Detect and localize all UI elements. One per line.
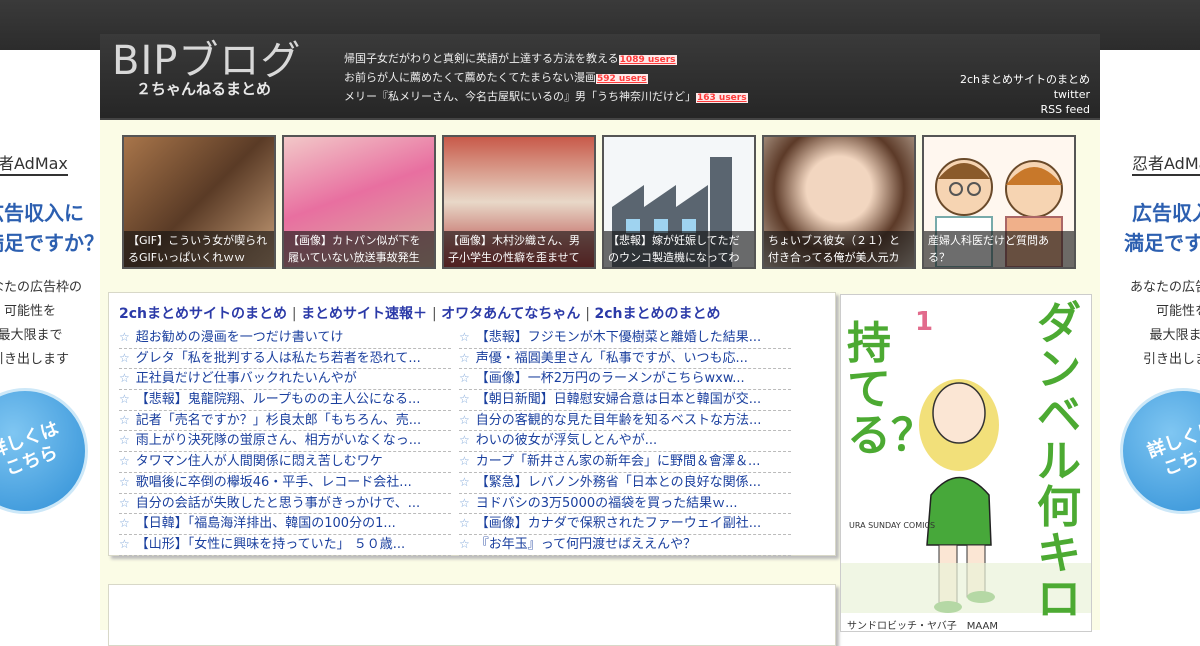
news-item[interactable]: お前らが人に薦めたくて薦めたくてたまらない漫画592 users	[344, 69, 804, 88]
star-icon: ☆	[459, 412, 470, 427]
rss-link[interactable]: ☆ 歌唱後に卒倒の欅坂46・平手、レコード会社...	[119, 473, 451, 494]
star-icon: ☆	[459, 392, 470, 407]
star-icon: ☆	[119, 350, 130, 365]
star-icon: ☆	[459, 371, 470, 386]
star-icon: ☆	[119, 536, 130, 551]
rss-link[interactable]: ☆ 雨上がり決死隊の蛍原さん、相方がいなくなっ...	[119, 431, 451, 453]
star-icon: ☆	[119, 454, 130, 469]
manga-volume: 1	[915, 307, 934, 337]
thumbnail-card[interactable]: 【悲報】嫁が妊娠してただのウンコ製造機になってわ	[602, 135, 756, 269]
ad-right[interactable]: 忍者AdMax 広告収入に満足ですか？ あなたの広告枠の可能性を 最大限まで引き…	[1100, 50, 1200, 630]
ad-body: あなたの広告枠の可能性を 最大限まで引き出します	[0, 280, 83, 367]
site-header: BIPブログ ２ちゃんねるまとめ 帰国子女だがわりと真剣に英語が上達する方法を教…	[100, 34, 1100, 118]
rss-link[interactable]: ☆ 【山形】「女性に興味を持っていた」 ５０歳...	[119, 535, 451, 556]
star-icon: ☆	[459, 433, 470, 448]
ad-logo: 忍者AdMax	[0, 150, 68, 176]
star-icon: ☆	[459, 495, 470, 510]
ad-left[interactable]: 忍者AdMax 広告収入に満足ですか？ あなたの広告枠の可能性を 最大限まで引き…	[0, 50, 100, 630]
rss-link[interactable]: ☆ グレタ「私を批判する人は私たち若者を恐れて...	[119, 349, 451, 370]
link-2ch-matome[interactable]: 2chまとめサイトのまとめ	[960, 72, 1090, 87]
thumbnail-caption: 【GIF】こういう女が喫られるGIFいっぱいくれｗｗ	[124, 231, 274, 267]
thumbnail-caption: ちょいブス彼女（２１）と付き合ってる俺が美人元カ	[764, 231, 914, 267]
ad-body: あなたの広告枠の可能性を 最大限まで引き出します	[1130, 280, 1200, 367]
rss-link[interactable]: ☆ カープ「新井さん家の新年会」に野間＆會澤＆...	[459, 452, 791, 473]
rss-link[interactable]: ☆ 声優・福圓美里さん「私事ですが、いつも応...	[459, 349, 791, 370]
star-icon: ☆	[459, 350, 470, 365]
content-box	[108, 584, 836, 646]
ad-headline: 広告収入に満足ですか？	[0, 201, 100, 255]
star-icon: ☆	[459, 330, 470, 344]
rss-link[interactable]: ☆ 自分の客観的な見た目年齢を知るベストな方法...	[459, 411, 791, 432]
star-icon: ☆	[119, 412, 130, 427]
star-icon: ☆	[459, 454, 470, 469]
ad-cta-button[interactable]: 詳しくは こちら	[1120, 388, 1200, 514]
rss-column-right: ☆ 【悲報】フジモンが木下優樹菜と離婚した結果... ☆ 声優・福圓美里さん「私事で…	[459, 328, 791, 556]
thumbnail-card[interactable]: 【画像】木村沙織さん、男子小学生の性癖を歪ませて	[442, 135, 596, 269]
manga-title-left: 持てる？	[847, 318, 935, 461]
manga-title-right: ダンベル何キロ	[1037, 298, 1081, 625]
thumbnail-card[interactable]: ちょいブス彼女（２１）と付き合ってる俺が美人元カ	[762, 135, 916, 269]
ad-logo: 忍者AdMax	[1132, 150, 1200, 176]
manga-imprint: URA SUNDAY COMICS	[849, 521, 936, 530]
rss-tab[interactable]: オワタあんてなちゃん	[441, 306, 580, 322]
thumbnail-card[interactable]: 【GIF】こういう女が喫られるGIFいっぱいくれｗｗ	[122, 135, 276, 269]
rss-tab[interactable]: 2chまとめサイトのまとめ	[119, 306, 287, 322]
ad-headline: 広告収入に満足ですか？	[1124, 201, 1200, 255]
rss-link[interactable]: ☆ 記者「売名ですか？」杉良太郎「もちろん、売...	[119, 411, 451, 432]
featured-thumbnails: 【GIF】こういう女が喫られるGIFいっぱいくれｗｗ 【画像】カトパン似が下を履…	[122, 135, 1082, 271]
star-icon: ☆	[119, 474, 130, 489]
link-twitter[interactable]: twitter	[960, 87, 1090, 102]
hot-news-list: 帰国子女だがわりと真剣に英語が上達する方法を教える1089 users お前らが…	[344, 50, 804, 107]
star-icon: ☆	[119, 392, 130, 407]
rss-link[interactable]: ☆ 【朝日新聞】日韓慰安婦合意は日本と韓国が交...	[459, 390, 791, 411]
users-badge: 163 users	[696, 93, 748, 103]
thumbnail-card[interactable]: 産婦人科医だけど質問ある？	[922, 135, 1076, 269]
star-icon: ☆	[119, 330, 130, 344]
rss-link[interactable]: ☆ 『お年玉』って何円渡せばええんや？	[459, 535, 791, 556]
rss-link[interactable]: ☆ 超お勧めの漫画を一つだけ書いてけ	[119, 328, 451, 349]
link-rss-feed[interactable]: RSS feed	[960, 102, 1091, 117]
star-icon: ☆	[119, 516, 130, 531]
rss-link[interactable]: ☆ わいの彼女が浮気しとんやが...	[459, 431, 791, 453]
rss-link[interactable]: ☆ ヨドバシの3万5000の福袋を買った結果ｗ...	[459, 494, 791, 515]
rss-link[interactable]: ☆ 【画像】一杯2万円のラーメンがこちらwxw...	[459, 369, 791, 391]
rss-link[interactable]: ☆ 【画像】カナダで保釈されたファーウェイ副社...	[459, 514, 791, 535]
header-links: 2chまとめサイトのまとめ twitter RSS feed	[960, 72, 1090, 117]
news-item[interactable]: 帰国子女だがわりと真剣に英語が上達する方法を教える1089 users	[344, 50, 804, 69]
thumbnail-caption: 【画像】木村沙織さん、男子小学生の性癖を歪ませて	[444, 231, 594, 267]
star-icon: ☆	[459, 474, 470, 489]
star-icon: ☆	[459, 516, 470, 531]
thumbnail-card[interactable]: 【画像】カトパン似が下を履いていない放送事故発生	[282, 135, 436, 269]
rss-link[interactable]: ☆ 【悲報】鬼龍院翔、ループものの主人公になる...	[119, 390, 451, 411]
star-icon: ☆	[459, 536, 470, 551]
thumbnail-caption: 【画像】カトパン似が下を履いていない放送事故発生	[284, 231, 434, 267]
site-subtitle: ２ちゃんねるまとめ	[136, 80, 272, 98]
rss-link[interactable]: ☆ 【日韓】「福島海洋排出、韓国の100分の1...	[119, 514, 451, 535]
rss-column-left: ☆ 超お勧めの漫画を一つだけ書いてけ ☆ グレタ「私を批判する人は私たち若者を恐れて…	[119, 328, 451, 556]
thumbnail-caption: 産婦人科医だけど質問ある？	[924, 231, 1074, 267]
users-badge: 592 users	[596, 74, 648, 84]
header-divider	[100, 118, 1100, 120]
rss-link[interactable]: ☆ 【緊急】レバノン外務省「日本との良好な関係...	[459, 473, 791, 494]
rss-tab[interactable]: まとめサイト速報＋	[301, 306, 427, 322]
rss-link[interactable]: ☆ 正社員だけど仕事バックれたいんやが	[119, 369, 451, 391]
ad-cta-button[interactable]: 詳しくは こちら	[0, 388, 88, 514]
thumbnail-caption: 【悲報】嫁が妊娠してただのウンコ製造機になってわ	[604, 231, 754, 267]
star-icon: ☆	[119, 495, 130, 510]
rss-site-nav: 2chまとめサイトのまとめ | まとめサイト速報＋ | オワタあんてなちゃん |…	[119, 306, 721, 322]
rss-link[interactable]: ☆ 自分の会話が失敗したと思う事がきっかけで、...	[119, 494, 451, 515]
rss-link[interactable]: ☆ 【悲報】フジモンが木下優樹菜と離婚した結果...	[459, 328, 791, 349]
star-icon: ☆	[119, 433, 130, 448]
news-item[interactable]: メリー『私メリーさん、今名古屋駅にいるの』男「うち神奈川だけど」163 user…	[344, 88, 804, 107]
star-icon: ☆	[119, 371, 130, 386]
rss-links-box: 2chまとめサイトのまとめ | まとめサイト速報＋ | オワタあんてなちゃん |…	[108, 292, 836, 556]
rss-tab[interactable]: 2chまとめのまとめ	[594, 306, 720, 322]
rss-link[interactable]: ☆ タワマン住人が人間関係に悶え苦しむワケ	[119, 452, 451, 473]
users-badge: 1089 users	[618, 55, 677, 65]
manga-ad[interactable]: 持てる？ ダンベル何キロ 1 URA SUNDAY COMICS サンドロビッチ…	[840, 294, 1092, 632]
